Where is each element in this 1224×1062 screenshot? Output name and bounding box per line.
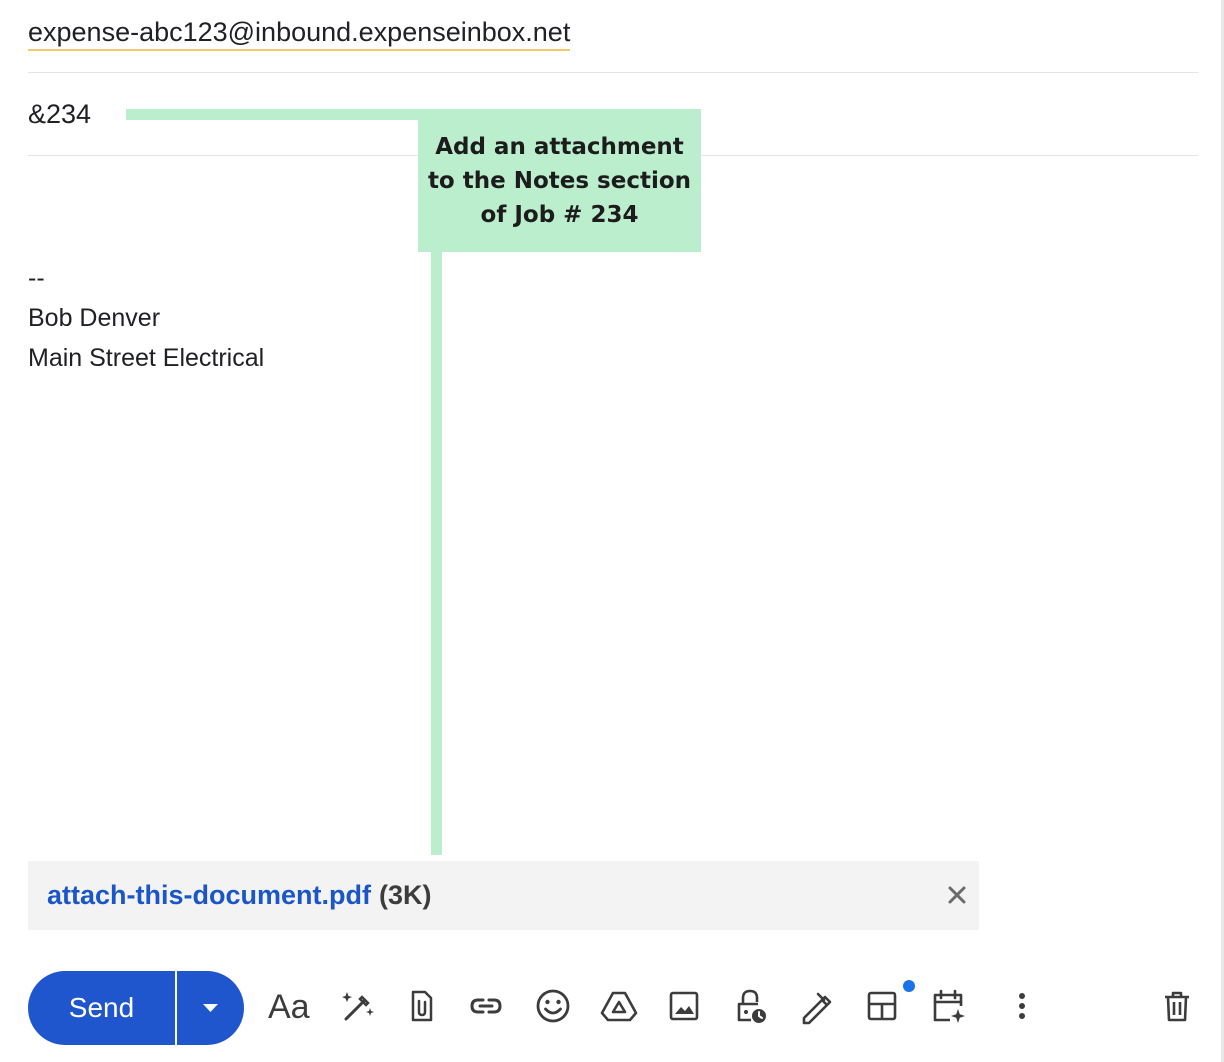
emoji-icon[interactable] xyxy=(533,986,573,1026)
callout-connector-horizontal xyxy=(126,109,426,120)
signature-name: Bob Denver xyxy=(28,304,161,332)
callout-line: of Job # 234 xyxy=(480,202,639,228)
signature-icon[interactable] xyxy=(796,986,836,1026)
send-options-button[interactable] xyxy=(177,971,244,1045)
formatting-icon[interactable]: Aa xyxy=(268,985,310,1029)
callout-line: Add an attachment xyxy=(435,134,684,160)
email-body[interactable]: -- Bob Denver Main Street Electrical xyxy=(28,258,264,378)
ai-write-icon[interactable] xyxy=(337,986,377,1026)
signature-company: Main Street Electrical xyxy=(28,344,265,372)
to-field[interactable]: expense-abc123@inbound.expenseinbox.net xyxy=(28,14,571,51)
attachment-chip[interactable]: attach-this-document.pdf (3K) xyxy=(28,861,979,930)
send-button[interactable]: Send xyxy=(28,971,175,1045)
confidential-mode-icon[interactable] xyxy=(730,986,770,1026)
google-drive-icon[interactable] xyxy=(599,986,639,1026)
schedule-icon[interactable] xyxy=(928,986,968,1026)
remove-attachment-icon[interactable] xyxy=(946,884,968,906)
attach-file-icon[interactable] xyxy=(401,986,441,1026)
attachment-size: (3K) xyxy=(379,880,432,910)
callout-connector-vertical xyxy=(431,240,442,855)
attachment-filename[interactable]: attach-this-document.pdf xyxy=(47,880,371,910)
recipient-address[interactable]: expense-abc123@inbound.expenseinbox.net xyxy=(28,17,571,51)
divider xyxy=(28,72,1198,73)
subject-field[interactable]: &234 xyxy=(28,96,91,132)
layouts-icon[interactable] xyxy=(862,986,902,1026)
insert-photo-icon[interactable] xyxy=(664,986,704,1026)
signature-separator: -- xyxy=(28,264,45,292)
callout-line: to the Notes section xyxy=(427,168,692,194)
callout-annotation: Add an attachment to the Notes section o… xyxy=(418,109,701,252)
send-button-group: Send xyxy=(28,971,244,1045)
discard-draft-icon[interactable] xyxy=(1157,986,1197,1026)
insert-link-icon[interactable] xyxy=(466,986,506,1026)
attachment-link[interactable]: attach-this-document.pdf (3K) xyxy=(47,877,432,913)
more-options-icon[interactable] xyxy=(1002,986,1042,1026)
send-options-icon xyxy=(203,1004,218,1012)
new-feature-dot xyxy=(903,980,915,992)
